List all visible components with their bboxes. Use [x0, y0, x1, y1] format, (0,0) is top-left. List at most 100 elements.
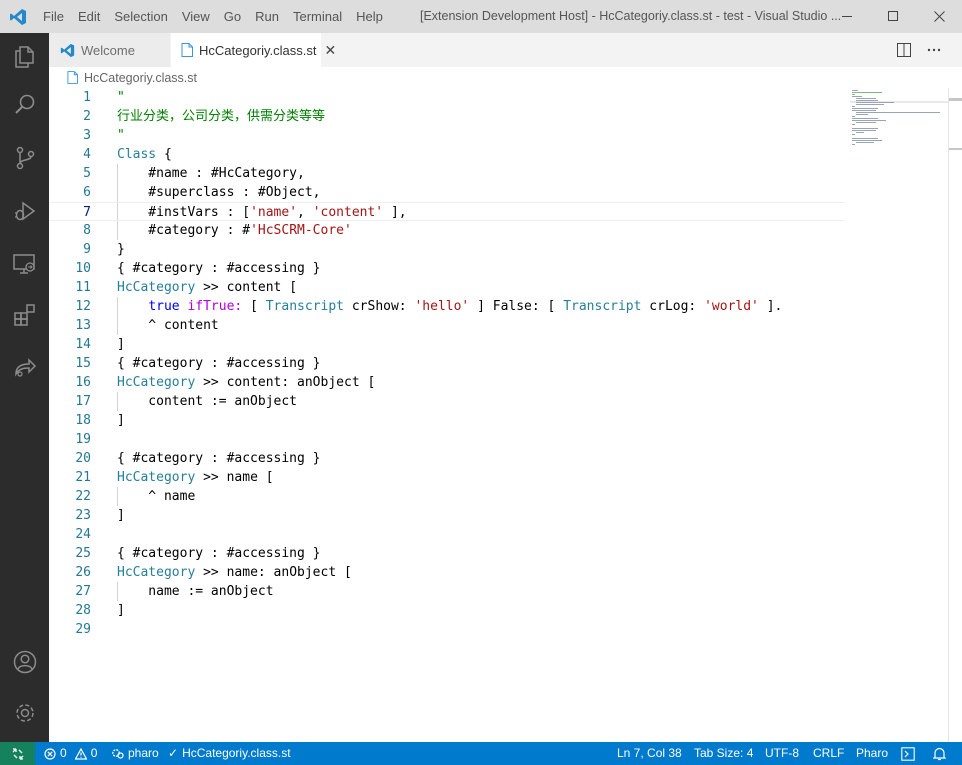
cursor-position-status[interactable]: Ln 7, Col 38	[617, 742, 682, 765]
split-editor-button[interactable]	[889, 33, 919, 67]
menu-terminal[interactable]: Terminal	[286, 0, 349, 33]
menu-help[interactable]: Help	[349, 0, 390, 33]
code-line: 14]	[49, 335, 844, 354]
line-number: 23	[75, 508, 91, 523]
code-line: 4 Class {	[49, 145, 844, 164]
error-icon	[44, 747, 56, 760]
encoding-status[interactable]: UTF-8	[765, 742, 799, 765]
activity-bar	[0, 33, 49, 742]
minimap-line	[852, 92, 882, 93]
extensions-icon	[13, 304, 35, 326]
code-line: 3 "	[49, 126, 844, 145]
minimap-line	[856, 132, 864, 133]
code-text: ^ name	[117, 489, 196, 504]
error-count: 0	[60, 746, 67, 760]
minimap-line	[852, 106, 855, 107]
code-line: 12 true ifTrue: [ Transcript crShow: 'he…	[49, 297, 844, 316]
line-number: 14	[75, 337, 91, 352]
terminal-icon	[901, 746, 915, 761]
gear-group-icon	[112, 749, 124, 759]
accounts-button[interactable]	[0, 638, 49, 686]
project-name: pharo	[128, 746, 159, 760]
minimap[interactable]	[850, 88, 948, 742]
eol-status[interactable]: CRLF	[813, 742, 844, 765]
feedback-button[interactable]	[901, 742, 915, 765]
minimap-line	[852, 118, 878, 119]
code-line: 20 { #category : #accessing }	[49, 449, 844, 468]
live-share-button[interactable]	[0, 343, 49, 391]
minimap-line	[852, 138, 878, 139]
line-number: 17	[75, 394, 91, 409]
remote-indicator-button[interactable]	[0, 742, 35, 765]
minimap-line	[856, 114, 868, 115]
code-text: ]	[117, 603, 125, 618]
line-number: 5	[83, 166, 91, 181]
line-number: 1	[83, 90, 91, 105]
bell-icon	[933, 747, 946, 760]
tab-size-status[interactable]: Tab Size: 4	[694, 742, 753, 765]
code-text: "	[117, 128, 125, 143]
code-text: #category : #'HcSCRM-Core'	[117, 223, 352, 238]
code-line: 19	[49, 430, 844, 449]
menu-go[interactable]: Go	[217, 0, 248, 33]
line-number: 4	[83, 147, 91, 162]
file-check-label: HcCategoriy.class.st	[182, 746, 291, 760]
minimap-line	[852, 110, 876, 111]
close-icon	[933, 11, 945, 22]
code-text: #superclass : #Object,	[117, 185, 321, 200]
status-bar: 0 0 pharo ✓ HcCategoriy.class.st Ln 7, C…	[0, 742, 962, 765]
code-line: 8 #category : #'HcSCRM-Core'	[49, 221, 844, 240]
remote-explorer-button[interactable]	[0, 240, 49, 288]
menu-file[interactable]: File	[36, 0, 71, 33]
code-text: ]	[117, 413, 125, 428]
explorer-button[interactable]	[0, 33, 49, 81]
code-line: 17 content := anObject	[49, 392, 844, 411]
language-status[interactable]: Pharo	[856, 742, 888, 765]
source-control-button[interactable]	[0, 134, 49, 182]
line-number: 8	[83, 223, 91, 238]
code-editor[interactable]: 1 " 2 行业分类，公司分类，供需分类等等 3 " 4 Class { 5 #name…	[49, 88, 962, 742]
breadcrumb-file[interactable]: HcCategoriy.class.st	[84, 71, 197, 85]
menu-run[interactable]: Run	[248, 0, 286, 33]
maximize-button[interactable]	[870, 0, 916, 33]
vertical-scrollbar[interactable]	[948, 88, 962, 742]
run-debug-button[interactable]	[0, 187, 49, 235]
code-text: HcCategory >> content [	[117, 280, 298, 295]
search-button[interactable]	[0, 81, 49, 129]
maximize-icon	[887, 11, 898, 21]
extensions-button[interactable]	[0, 291, 49, 339]
minimize-button[interactable]	[824, 0, 870, 33]
line-number: 26	[75, 565, 91, 580]
warning-icon	[74, 747, 87, 760]
code-text: true ifTrue: [ Transcript crShow: 'hello…	[148, 299, 783, 314]
menu-selection[interactable]: Selection	[107, 0, 174, 33]
vscode-logo-icon	[0, 0, 36, 33]
tab-welcome[interactable]: Welcome	[49, 33, 171, 67]
code-line: 11 HcCategory >> content [	[49, 278, 844, 297]
minimap-line	[852, 130, 876, 131]
project-status[interactable]: pharo	[111, 742, 159, 765]
notifications-button[interactable]	[933, 742, 946, 765]
line-number: 27	[75, 584, 91, 599]
menu-bar: File Edit Selection View Go Run Terminal…	[36, 0, 390, 33]
code-text: Class {	[117, 147, 172, 162]
manage-button[interactable]	[0, 689, 49, 737]
close-window-button[interactable]	[916, 0, 962, 33]
tab-hccategoriy[interactable]: HcCategoriy.class.st ✕	[171, 33, 336, 67]
minimap-line	[852, 116, 855, 117]
menu-edit[interactable]: Edit	[71, 0, 107, 33]
code-line: 24	[49, 525, 844, 544]
more-actions-button[interactable]	[919, 33, 949, 67]
warning-count: 0	[90, 746, 98, 760]
line-number: 15	[75, 356, 91, 371]
menu-view[interactable]: View	[175, 0, 217, 33]
file-check-status[interactable]: ✓ HcCategoriy.class.st	[168, 742, 291, 765]
code-line: 5 #name : #HcCategory,	[49, 164, 844, 183]
line-number: 2	[83, 109, 91, 124]
problems-status[interactable]: 0 0	[44, 742, 97, 765]
search-icon	[14, 94, 34, 114]
code-line: 23]	[49, 506, 844, 525]
code-text: HcCategory >> name [	[117, 470, 274, 485]
code-text: HcCategory >> name: anObject [	[117, 565, 352, 580]
tab-close-icon[interactable]: ✕	[325, 42, 337, 59]
